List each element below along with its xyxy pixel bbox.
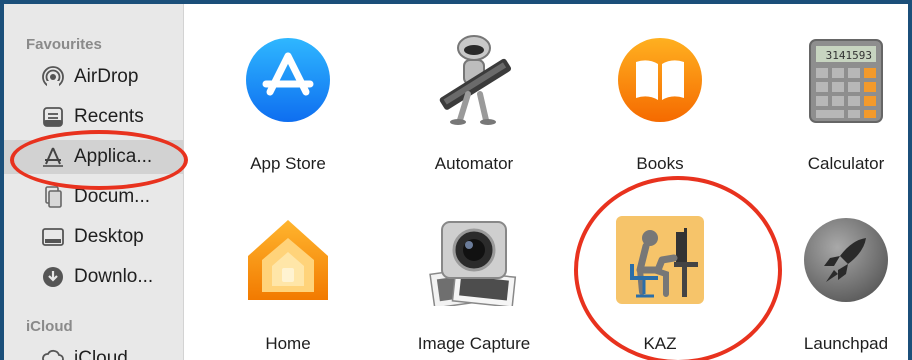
finder-window: Favourites AirDrop Recents Applica... Do…	[0, 0, 912, 360]
favourites-section-label: Favourites	[26, 36, 102, 53]
recents-icon	[40, 104, 66, 130]
app-image-capture[interactable]: Image Capture	[394, 214, 554, 354]
app-label: Calculator	[807, 154, 885, 173]
sidebar-item-applications[interactable]: Applica...	[4, 140, 183, 174]
app-app-store[interactable]: App Store	[208, 34, 368, 174]
image-capture-icon	[428, 214, 520, 309]
launchpad-icon	[800, 214, 892, 306]
sidebar-item-icloud[interactable]: iCloud	[4, 330, 183, 360]
automator-icon	[428, 34, 520, 126]
app-label: Image Capture	[417, 334, 531, 353]
app-label: App Store	[250, 154, 326, 173]
sidebar-item-label: AirDrop	[74, 66, 139, 87]
sidebar: Favourites AirDrop Recents Applica... Do…	[4, 4, 184, 360]
app-home[interactable]: Home	[208, 214, 368, 354]
app-label: Automator	[434, 154, 514, 173]
airdrop-icon	[40, 64, 66, 90]
sidebar-item-desktop[interactable]: Desktop	[4, 220, 183, 254]
app-label: Launchpad	[803, 334, 889, 353]
sidebar-item-airdrop[interactable]: AirDrop	[4, 60, 183, 94]
sidebar-item-label: Desktop	[74, 226, 144, 247]
icloud-icon	[40, 344, 66, 360]
calculator-icon: 3141593	[800, 34, 892, 126]
app-label: Books	[636, 154, 684, 173]
sidebar-item-downloads[interactable]: Downlo...	[4, 260, 183, 294]
sidebar-item-label: Recents	[74, 106, 144, 127]
sidebar-item-label: Downlo...	[74, 266, 154, 287]
home-icon	[242, 214, 334, 306]
app-store-icon	[242, 34, 334, 126]
app-label: KAZ	[643, 334, 677, 353]
app-kaz[interactable]: KAZ	[580, 214, 740, 354]
app-books[interactable]: Books	[580, 34, 740, 174]
books-icon	[614, 34, 706, 126]
documents-icon	[40, 184, 66, 210]
downloads-icon	[40, 264, 66, 290]
app-calculator[interactable]: 3141593 Calculator	[766, 34, 908, 174]
sidebar-item-label: iCloud	[74, 348, 128, 360]
sidebar-item-recents[interactable]: Recents	[4, 100, 183, 134]
calculator-display-text: 3141593	[826, 49, 872, 62]
sidebar-item-documents[interactable]: Docum...	[4, 180, 183, 214]
sidebar-item-label: Docum...	[74, 186, 151, 207]
desktop-icon	[40, 224, 66, 250]
sidebar-item-label: Applica...	[74, 146, 153, 167]
applications-icon	[40, 144, 66, 170]
app-automator[interactable]: Automator	[394, 34, 554, 174]
applications-grid: App Store Automator Books 3141593 Calcul…	[184, 4, 908, 360]
kaz-icon	[614, 214, 706, 306]
app-label: Home	[265, 334, 311, 353]
app-launchpad[interactable]: Launchpad	[766, 214, 908, 354]
